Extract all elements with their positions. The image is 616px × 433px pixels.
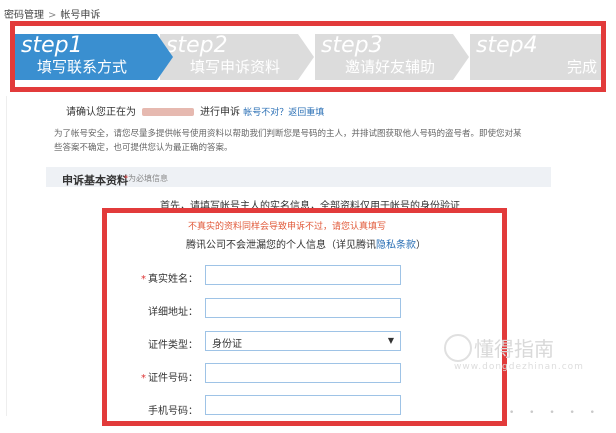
real-name-label-text: 真实姓名：	[148, 274, 198, 285]
id-number-required-star: *	[141, 373, 146, 384]
privacy-prefix: 腾讯公司不会泄漏您的个人信息（详见腾讯	[186, 240, 376, 251]
chevron-down-icon: ▼	[387, 336, 394, 345]
decorative-dots: • • • • •	[509, 408, 601, 418]
step-2: step2 填写申诉资料	[160, 33, 314, 80]
step-progress: step1 填写联系方式 step2 填写申诉资料 step3 邀请好友辅助 s…	[10, 21, 606, 92]
required-note: *为必填信息	[124, 173, 168, 184]
breadcrumb-root[interactable]: 密码管理	[4, 10, 44, 21]
watermark-text: 懂得指南	[474, 337, 554, 361]
address-label: 详细地址：	[148, 307, 198, 318]
id-type-label: 证件类型：	[148, 340, 198, 351]
address-input[interactable]	[205, 298, 401, 318]
phone-input[interactable]	[205, 395, 401, 415]
privacy-link[interactable]: 隐私条款	[376, 240, 416, 251]
step-4-title: 完成	[567, 58, 598, 76]
confirm-prefix: 请确认您正在为	[66, 107, 136, 118]
step-1-arrow	[157, 34, 173, 80]
step-3-arrow	[453, 34, 469, 80]
step-3: step3 邀请好友辅助	[315, 33, 469, 80]
real-name-input[interactable]	[205, 265, 401, 285]
step-3-number: step3	[321, 33, 383, 58]
section-title: 申诉基本资料	[62, 174, 128, 187]
id-type-value: 身份证	[212, 339, 242, 350]
id-number-label: * 证件号码：	[126, 369, 198, 384]
step-2-title: 填写申诉资料	[190, 58, 281, 76]
left-divider	[6, 96, 7, 416]
step-4: step4 完成	[470, 33, 601, 80]
step-1: step1 填写联系方式	[15, 33, 173, 80]
watermark-logo-icon	[444, 334, 472, 362]
breadcrumb-current: 帐号申诉	[60, 10, 101, 21]
step-4-number: step4	[476, 33, 538, 58]
breadcrumb: 密码管理 > 帐号申诉	[4, 6, 100, 21]
confirm-suffix: 进行申诉	[200, 107, 240, 118]
step-1-number: step1	[21, 33, 83, 58]
id-number-input[interactable]	[205, 363, 401, 383]
real-name-required-star: *	[141, 274, 146, 285]
watermark-url: www.dongdezhinan.com	[454, 362, 584, 372]
step-2-arrow	[298, 34, 314, 80]
security-notice: 为了帐号安全，请您尽量多提供帐号使用资料以帮助我们判断您是号码的主人，并排试图获…	[54, 129, 522, 153]
step-1-title: 填写联系方式	[37, 58, 128, 76]
real-name-label: * 真实姓名：	[126, 270, 198, 285]
phone-label: 手机号码：	[148, 406, 198, 417]
step-3-title: 邀请好友辅助	[345, 58, 436, 76]
id-number-label-text: 证件号码：	[148, 373, 198, 384]
privacy-suffix: ）	[416, 240, 426, 251]
masked-account	[142, 108, 194, 116]
privacy-note: 腾讯公司不会泄漏您的个人信息（详见腾讯隐私条款）	[186, 236, 426, 251]
step-2-number: step2	[166, 33, 228, 58]
id-type-select[interactable]: 身份证 ▼	[205, 331, 401, 351]
refill-link[interactable]: 帐号不对？返回重填	[243, 108, 324, 118]
breadcrumb-separator: >	[48, 10, 57, 21]
warning-text: 不真实的资料同样会导致申诉不过，请您认真填写	[188, 222, 387, 232]
required-note-text: 为必填信息	[128, 174, 168, 183]
account-confirm: 请确认您正在为 进行申诉 帐号不对？返回重填	[66, 103, 324, 118]
